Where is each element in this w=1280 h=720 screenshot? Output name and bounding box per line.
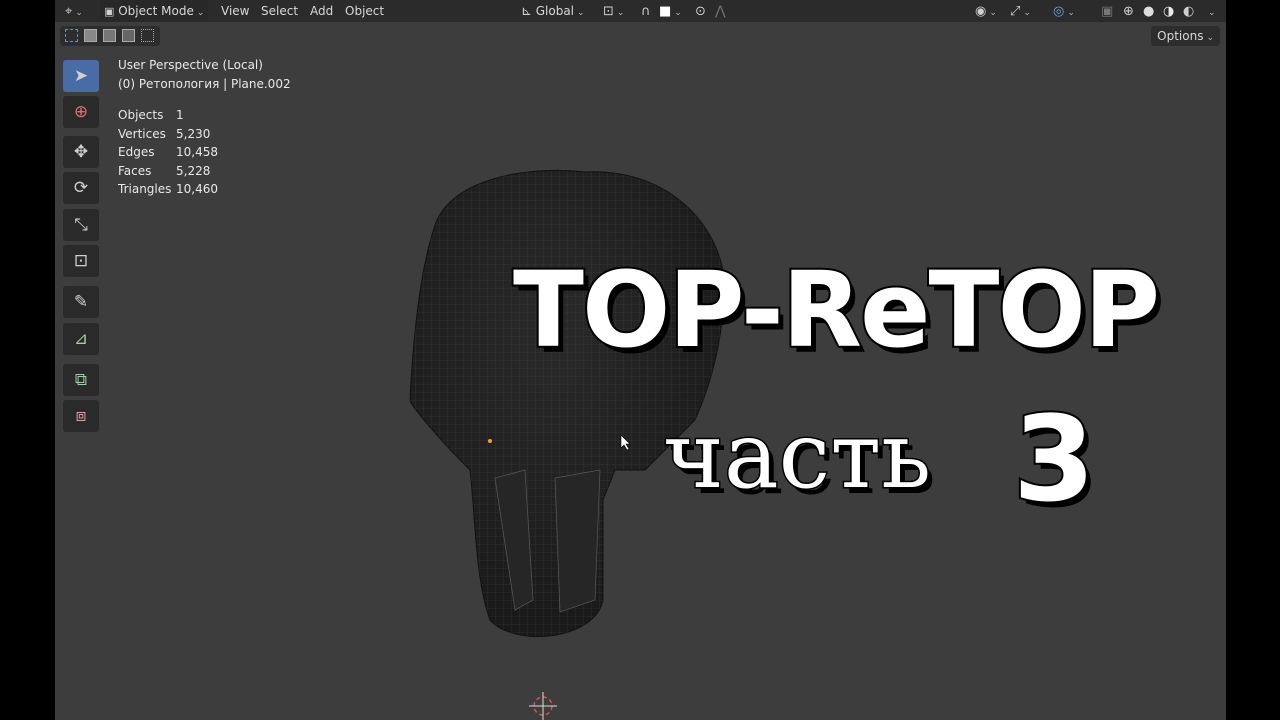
3d-viewport[interactable]: ⌖ ⌄ ▣ Object Mode ⌄ View Select Add Object…	[55, 0, 1226, 720]
mesh-right-strap	[554, 469, 601, 613]
video-title-part-word: часть	[661, 402, 932, 509]
3d-cursor-icon[interactable]	[529, 692, 557, 720]
object-origin-dot	[488, 439, 492, 443]
video-title-main: TOP-ReTOP	[511, 249, 1162, 371]
video-title-part-number: 3	[1011, 390, 1097, 528]
